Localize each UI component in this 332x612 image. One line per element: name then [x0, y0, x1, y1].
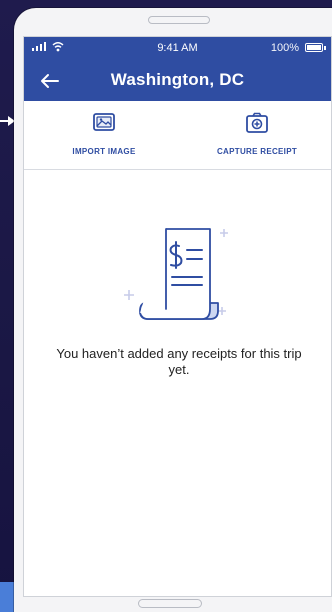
arrow-line [0, 120, 8, 122]
status-bar: 9:41 AM 100% [24, 37, 331, 61]
capture-receipt-button[interactable]: CAPTURE RECEIPT [192, 101, 322, 169]
receipt-icon [124, 228, 228, 320]
capture-receipt-label: CAPTURE RECEIPT [216, 147, 298, 156]
battery-icon [305, 43, 323, 52]
bottom-accent-bar [0, 582, 14, 612]
app-screen: 9:41 AM 100% Washington, DC IMPORT IMAGE [23, 36, 332, 597]
phone-frame: 9:41 AM 100% Washington, DC IMPORT IMAGE [14, 8, 332, 612]
action-bar: IMPORT IMAGE CAPTURE RECEIPT [24, 101, 331, 170]
empty-state-message: You haven’t added any receipts for this … [56, 346, 302, 377]
app-header: Washington, DC [24, 61, 331, 101]
back-arrow-icon[interactable] [38, 69, 62, 93]
page-title: Washington, DC [110, 70, 245, 89]
home-button[interactable] [138, 599, 202, 608]
camera-icon [246, 112, 268, 133]
import-image-label: IMPORT IMAGE [72, 147, 136, 156]
battery-tip [324, 46, 326, 50]
image-icon [93, 113, 115, 131]
import-image-button[interactable]: IMPORT IMAGE [48, 101, 160, 169]
battery-percent: 100% [270, 42, 299, 54]
speaker-grille [148, 16, 210, 24]
